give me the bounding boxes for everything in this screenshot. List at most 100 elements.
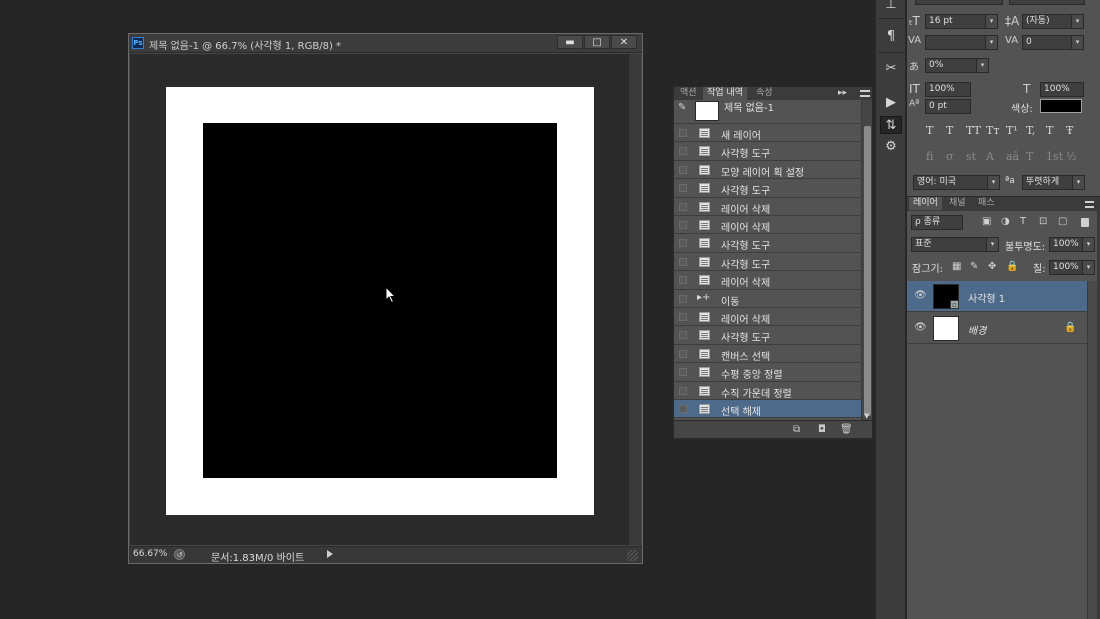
visibility-eye-icon[interactable]: 👁: [914, 322, 927, 333]
history-state-checkbox[interactable]: [679, 405, 687, 413]
document-window[interactable]: Ps 제목 없음-1 @ 66.7% (사각형 1, RGB/8) * ▬ □ …: [128, 33, 643, 564]
restore-button[interactable]: □: [584, 35, 610, 49]
fill-arrow[interactable]: ▾: [1082, 261, 1094, 274]
document-title-bar[interactable]: Ps 제목 없음-1 @ 66.7% (사각형 1, RGB/8) * ▬ □ …: [129, 34, 642, 53]
tab-paths[interactable]: 패스: [974, 197, 999, 210]
history-snapshot[interactable]: ✎ 제목 없음-1: [674, 100, 861, 124]
horizontal-scale-field[interactable]: 100%: [1040, 82, 1084, 97]
layer-filter-toggle[interactable]: [1081, 218, 1089, 227]
layer-row[interactable]: 👁 배경 🔒: [907, 313, 1087, 344]
history-state-checkbox[interactable]: [679, 202, 687, 211]
opentype-feature-button[interactable]: ½: [1066, 150, 1077, 163]
status-menu-arrow-icon[interactable]: [327, 550, 333, 558]
font-size-dropdown[interactable]: ▾: [985, 15, 997, 28]
tab-channels[interactable]: 채널: [945, 197, 970, 210]
opacity-arrow[interactable]: ▾: [1082, 238, 1094, 251]
history-state-checkbox[interactable]: [679, 294, 687, 303]
type-style-button[interactable]: T¹: [1006, 124, 1018, 137]
history-item[interactable]: 선택 해제: [674, 400, 861, 419]
font-family-field[interactable]: [915, 0, 1003, 5]
lock-option-icon[interactable]: ✎: [970, 261, 978, 272]
history-item[interactable]: 새 레이어: [674, 124, 861, 143]
properties-icon[interactable]: ⚙: [880, 138, 902, 156]
layers-panel-menu-icon[interactable]: [1085, 201, 1094, 208]
layer-filter-icon[interactable]: ▣: [982, 216, 991, 227]
blend-mode-arrow[interactable]: ▾: [986, 238, 998, 251]
opentype-feature-button[interactable]: A: [986, 150, 994, 163]
tsume-dropdown[interactable]: ▾: [976, 59, 988, 72]
create-snapshot-icon[interactable]: ◘: [818, 424, 826, 435]
history-state-checkbox[interactable]: [679, 313, 687, 321]
layer-filter-icon[interactable]: ▢: [1058, 216, 1067, 227]
layer-name[interactable]: 배경: [968, 322, 986, 337]
history-state-checkbox[interactable]: [679, 257, 687, 266]
history-item[interactable]: 모양 레이어 획 설정: [674, 160, 861, 180]
tab-actions[interactable]: 액션: [676, 87, 701, 100]
layer-name[interactable]: 사각형 1: [968, 290, 1005, 305]
opentype-feature-button[interactable]: aā: [1006, 150, 1019, 163]
text-color-swatch[interactable]: [1040, 99, 1082, 113]
history-state-checkbox[interactable]: [679, 221, 687, 229]
type-style-button[interactable]: T,: [1026, 124, 1035, 137]
history-state-checkbox[interactable]: [679, 165, 687, 174]
history-item[interactable]: 사각형 도구: [674, 252, 861, 272]
canvas-white-background[interactable]: [166, 87, 594, 515]
character-style-icon[interactable]: ⊥: [880, 0, 902, 14]
history-item[interactable]: 캔버스 선택: [674, 344, 861, 364]
history-item[interactable]: ▸+ 이동: [674, 289, 861, 308]
history-state-checkbox[interactable]: [679, 239, 687, 248]
layer-filter-dropdown[interactable]: ρ 종류: [911, 215, 963, 230]
new-document-from-state-icon[interactable]: ⧉: [793, 424, 800, 435]
opentype-feature-button[interactable]: ﬁ: [926, 150, 933, 163]
actions-icon[interactable]: ▶: [880, 94, 902, 112]
opentype-feature-button[interactable]: T: [1026, 150, 1033, 163]
layer-row[interactable]: 👁 ▫ 사각형 1: [907, 281, 1087, 312]
paragraph-icon[interactable]: ¶: [880, 28, 902, 46]
panel-collapse-icon[interactable]: ▸▸: [838, 87, 847, 100]
history-state-checkbox[interactable]: [679, 184, 687, 193]
type-style-button[interactable]: TT: [966, 124, 981, 137]
canvas-area[interactable]: [130, 54, 628, 545]
history-item[interactable]: 수평 중앙 정렬: [674, 363, 861, 382]
history-list[interactable]: ✎ 제목 없음-1 새 레이어 사각형 도구 모양 레이어 획 설정 사각형 도구 레이…: [674, 100, 861, 420]
history-state-checkbox[interactable]: [679, 368, 687, 377]
kerning-dropdown[interactable]: ▾: [985, 36, 997, 49]
history-item[interactable]: 사각형 도구: [674, 234, 861, 253]
tool-presets-icon[interactable]: ✂: [880, 60, 902, 78]
baseline-shift-field[interactable]: 0 pt: [925, 99, 971, 114]
tab-layers[interactable]: 레이어: [909, 197, 942, 210]
layer-filter-icon[interactable]: ⊡: [1039, 216, 1047, 227]
lock-option-icon[interactable]: ✥: [988, 261, 996, 272]
tab-properties[interactable]: 속성: [752, 87, 777, 100]
opentype-feature-button[interactable]: σ: [946, 150, 954, 163]
font-style-field[interactable]: [1009, 0, 1085, 5]
opentype-feature-button[interactable]: st: [966, 150, 976, 163]
leading-dropdown[interactable]: ▾: [1071, 15, 1083, 28]
minimize-button[interactable]: ▬: [557, 35, 583, 49]
history-item[interactable]: 사각형 도구: [674, 179, 861, 198]
language-dropdown-arrow[interactable]: ▾: [987, 176, 999, 189]
close-button[interactable]: ✕: [611, 35, 637, 49]
tracking-dropdown[interactable]: ▾: [1071, 36, 1083, 49]
status-refresh-icon[interactable]: ↺: [174, 549, 185, 560]
history-icon[interactable]: ⇅: [880, 116, 902, 134]
document-vertical-scrollbar[interactable]: [628, 54, 641, 545]
opentype-feature-button[interactable]: 1st: [1046, 150, 1063, 163]
history-item[interactable]: 레이어 삭제: [674, 308, 861, 327]
type-style-button[interactable]: Ŧ: [1066, 124, 1073, 137]
layer-filter-icon[interactable]: ◑: [1001, 216, 1010, 227]
history-item[interactable]: 사각형 도구: [674, 326, 861, 345]
history-item[interactable]: 레이어 삭제: [674, 216, 861, 235]
history-state-checkbox[interactable]: [679, 147, 687, 156]
history-scrollbar[interactable]: ▼: [861, 100, 872, 420]
resize-grip-icon[interactable]: [627, 550, 638, 561]
history-scrollbar-thumb[interactable]: [864, 126, 871, 416]
history-item[interactable]: 레이어 삭제: [674, 197, 861, 216]
type-style-button[interactable]: Tт: [986, 124, 999, 137]
type-style-button[interactable]: T: [926, 124, 933, 137]
type-style-button[interactable]: T: [1046, 124, 1053, 137]
panel-menu-icon[interactable]: [860, 90, 870, 97]
history-state-checkbox[interactable]: [679, 349, 687, 358]
lock-option-icon[interactable]: ▦: [952, 261, 961, 272]
history-item[interactable]: 레이어 삭제: [674, 271, 861, 290]
